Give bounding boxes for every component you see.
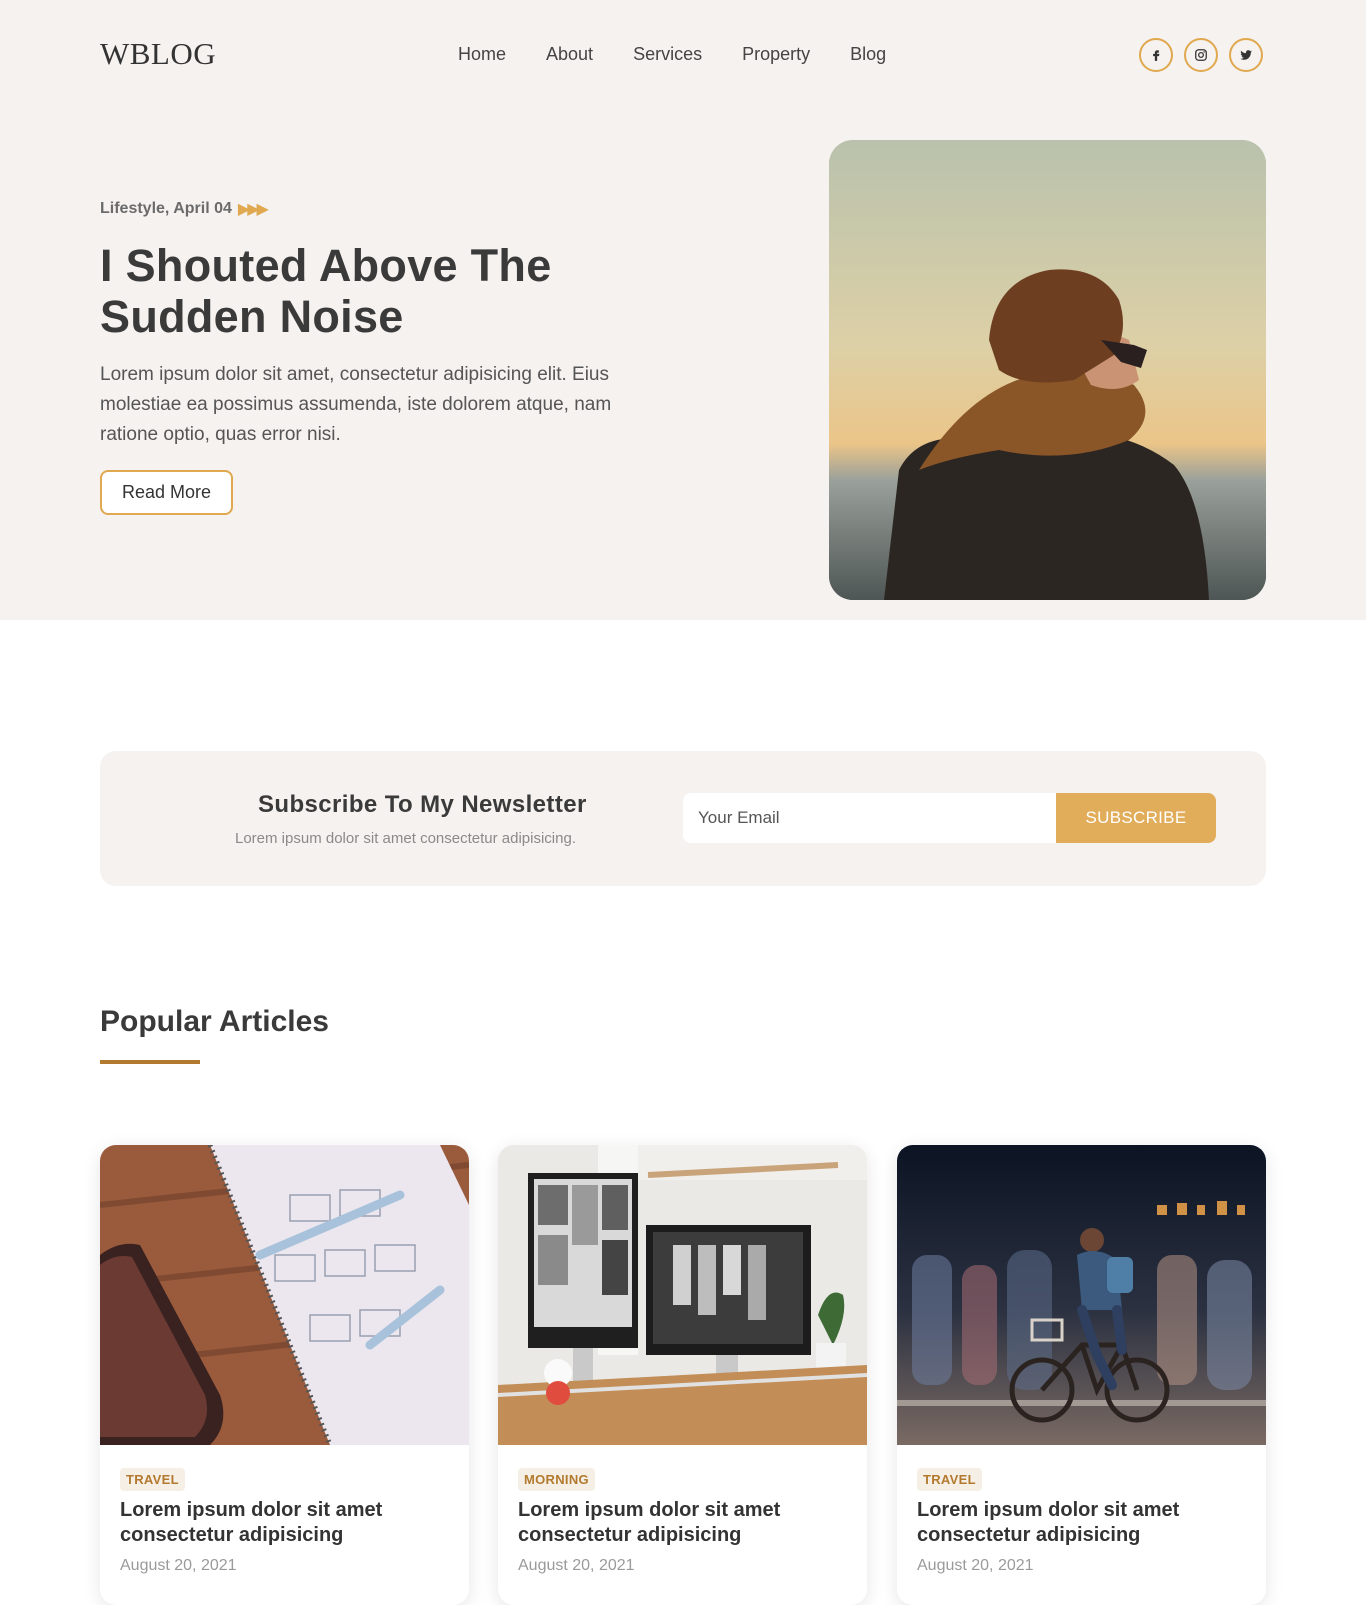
- nav-blog[interactable]: Blog: [850, 44, 886, 65]
- article-tag[interactable]: TRAVEL: [120, 1468, 185, 1491]
- section-title: Popular Articles: [100, 1005, 329, 1038]
- article-card[interactable]: TRAVEL Lorem ipsum dolor sit amet consec…: [897, 1145, 1266, 1605]
- article-date: August 20, 2021: [518, 1557, 635, 1574]
- instagram-link[interactable]: [1184, 38, 1218, 72]
- social-links: [1139, 38, 1263, 72]
- article-title[interactable]: Lorem ipsum dolor sit amet consectetur a…: [120, 1498, 450, 1548]
- email-field[interactable]: [683, 793, 1056, 843]
- article-card[interactable]: TRAVEL Lorem ipsum dolor sit amet consec…: [100, 1145, 469, 1605]
- article-card[interactable]: MORNING Lorem ipsum dolor sit amet conse…: [498, 1145, 867, 1605]
- main-nav: Home About Services Property Blog: [458, 44, 886, 65]
- instagram-icon: [1195, 49, 1207, 61]
- newsletter-box: Subscribe To My Newsletter Lorem ipsum d…: [100, 751, 1266, 886]
- article-date: August 20, 2021: [917, 1557, 1034, 1574]
- nav-property[interactable]: Property: [742, 44, 810, 65]
- hero-description: Lorem ipsum dolor sit amet, consectetur …: [100, 364, 612, 445]
- article-title[interactable]: Lorem ipsum dolor sit amet consectetur a…: [518, 1498, 848, 1548]
- triple-arrow-icon: ▶▶▶: [237, 201, 269, 218]
- hero-meta: Lifestyle, April 04 ▶▶▶: [100, 199, 269, 219]
- site-logo[interactable]: WBLOG: [100, 36, 216, 72]
- article-title[interactable]: Lorem ipsum dolor sit amet consectetur a…: [917, 1498, 1247, 1548]
- article-tag[interactable]: TRAVEL: [917, 1468, 982, 1491]
- nav-about[interactable]: About: [546, 44, 593, 65]
- article-image: [100, 1145, 469, 1445]
- subscribe-button[interactable]: SUBSCRIBE: [1056, 793, 1216, 843]
- hero-meta-text: Lifestyle, April 04: [100, 200, 232, 217]
- newsletter-form: SUBSCRIBE: [683, 793, 1216, 843]
- newsletter-subtitle: Lorem ipsum dolor sit amet consectetur a…: [235, 830, 576, 847]
- nav-home[interactable]: Home: [458, 44, 506, 65]
- read-more-button[interactable]: Read More: [100, 470, 233, 515]
- article-tag[interactable]: MORNING: [518, 1468, 595, 1491]
- twitter-link[interactable]: [1229, 38, 1263, 72]
- facebook-link[interactable]: [1139, 38, 1173, 72]
- twitter-icon: [1240, 50, 1252, 60]
- newsletter-title: Subscribe To My Newsletter: [258, 791, 587, 818]
- article-image: [897, 1145, 1266, 1445]
- nav-services[interactable]: Services: [633, 44, 702, 65]
- section-underline: [100, 1060, 200, 1064]
- hero-title: I Shouted Above The Sudden Noise: [100, 240, 552, 342]
- article-date: August 20, 2021: [120, 1557, 237, 1574]
- facebook-icon: [1153, 50, 1160, 61]
- article-image: [498, 1145, 867, 1445]
- hero-image: [829, 140, 1266, 600]
